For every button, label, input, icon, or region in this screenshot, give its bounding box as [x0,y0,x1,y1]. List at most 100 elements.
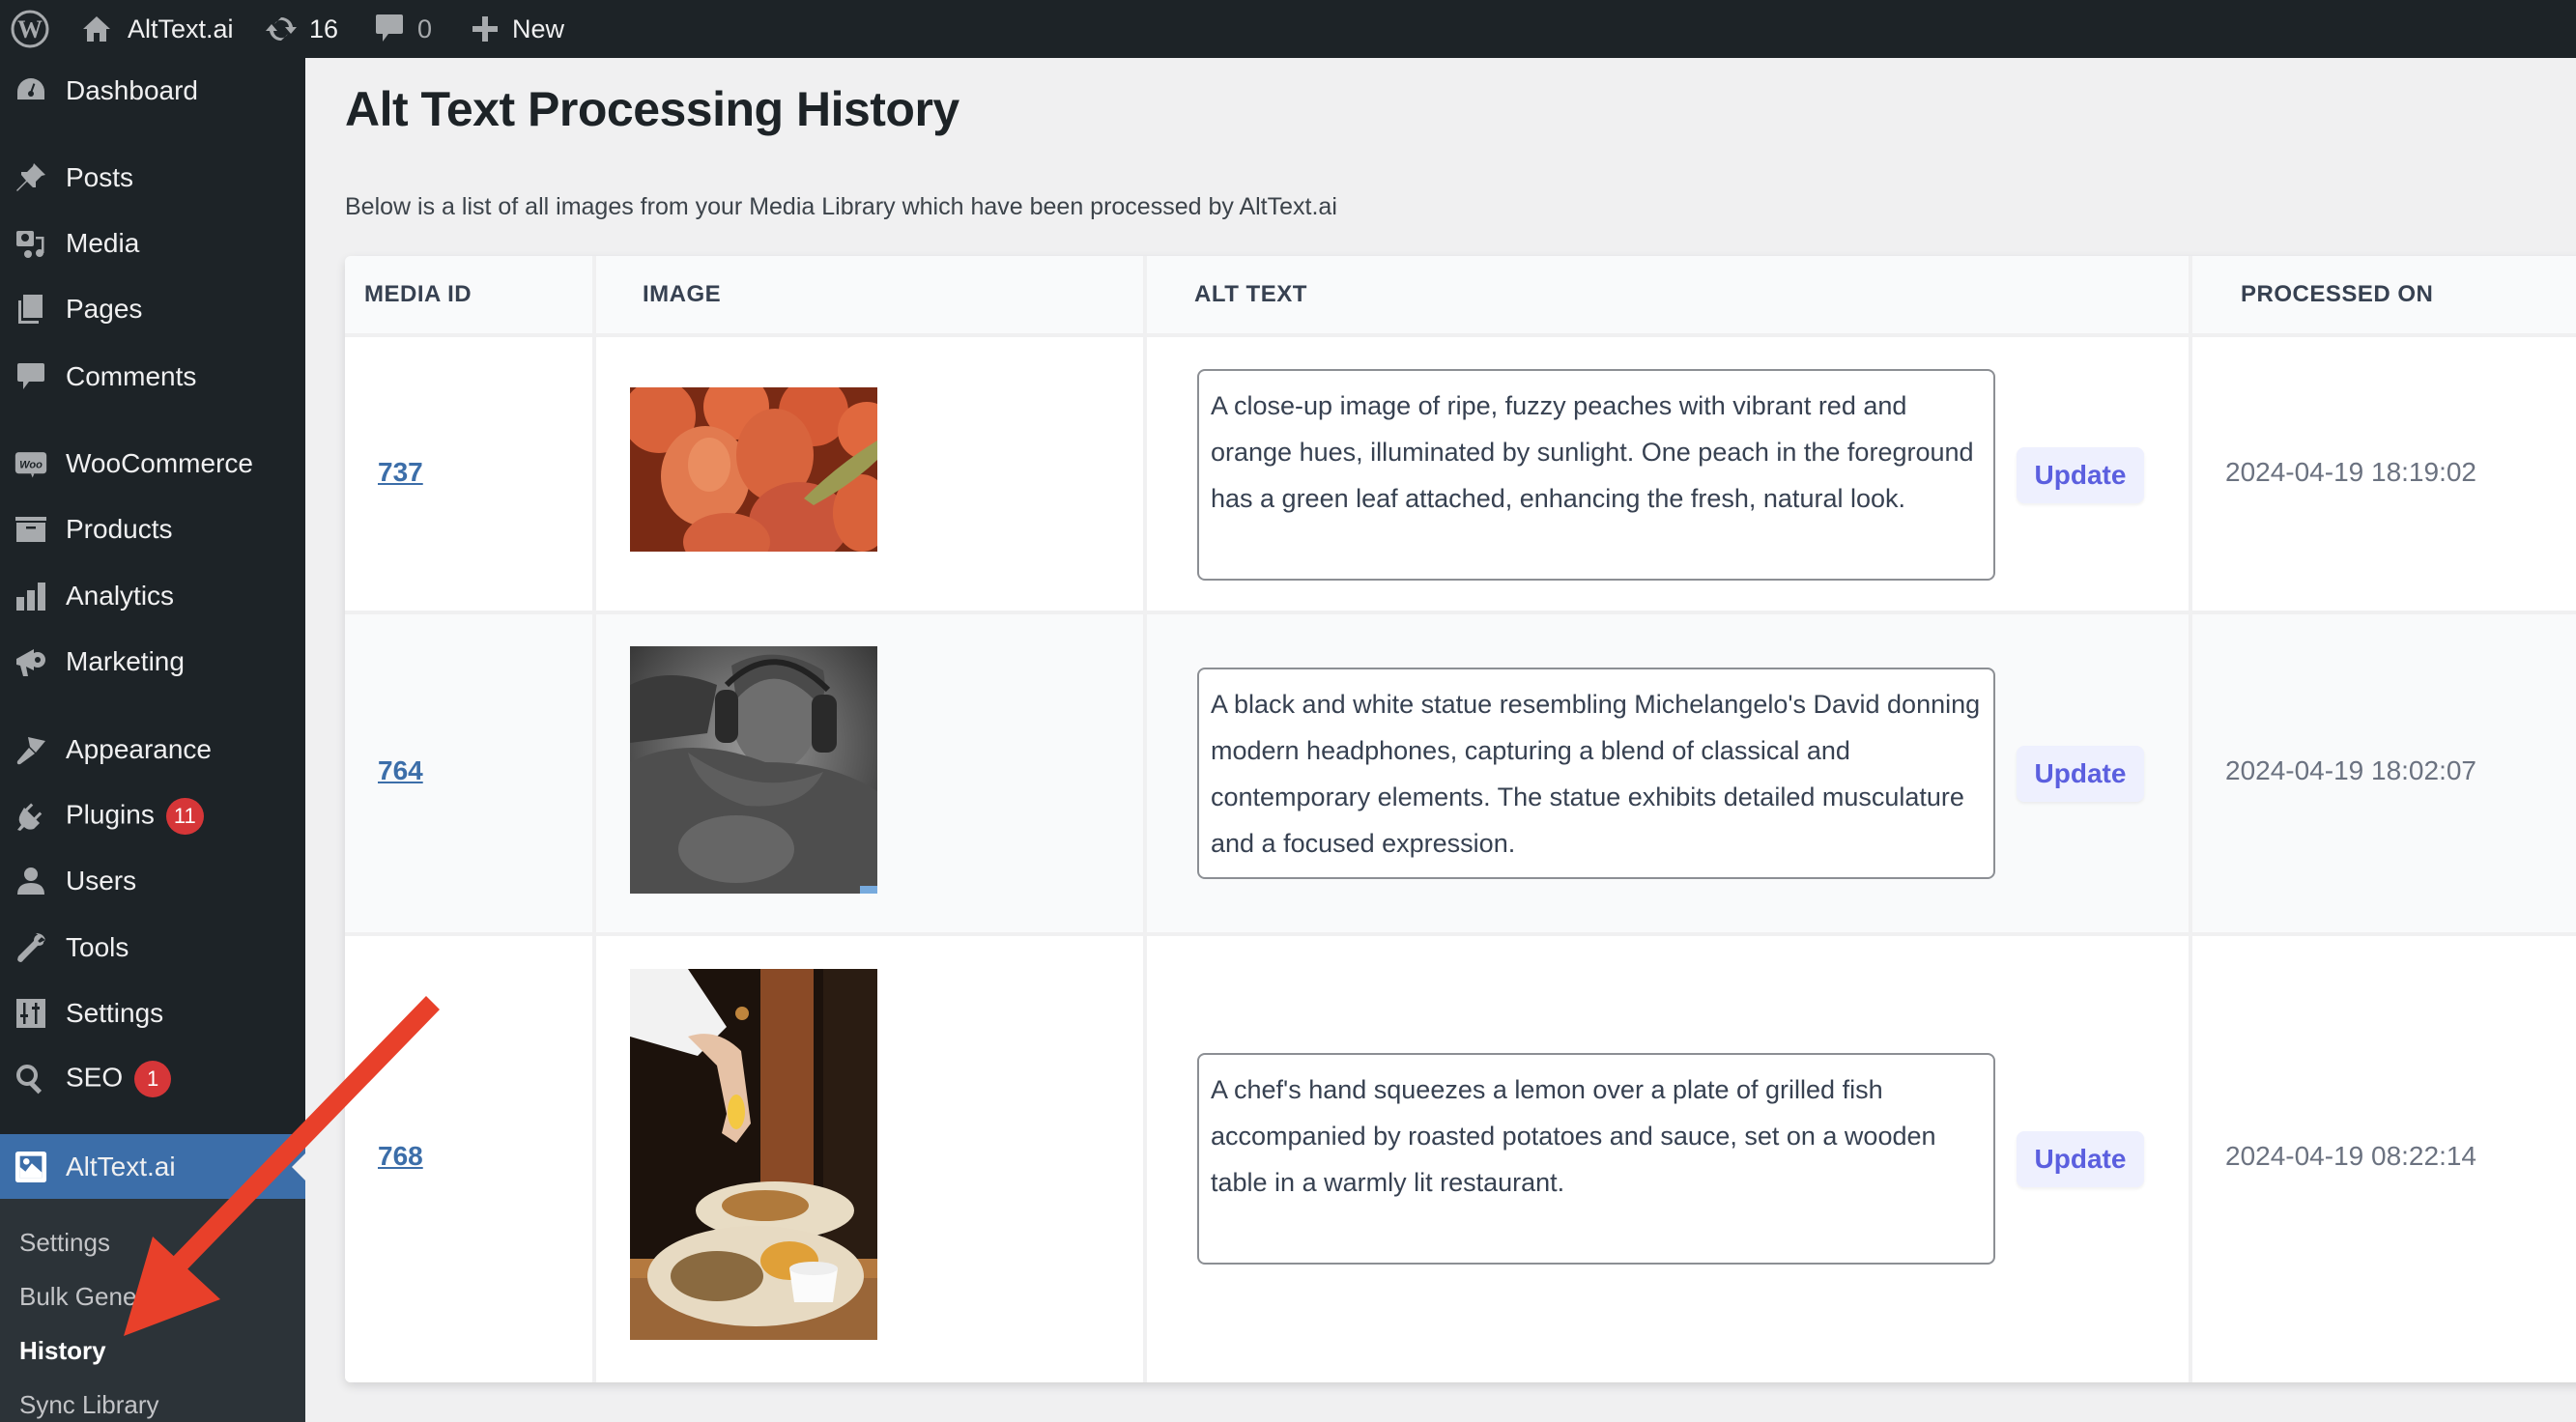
sidebar-item-label: Posts [66,162,134,192]
sidebar-item-label: Comments [66,361,197,391]
wordpress-logo-icon: W [11,10,49,48]
image-cell [596,614,1143,932]
column-header-processed-on: PROCESSED ON [2192,256,2576,333]
processed-on-cell: 2024-04-19 18:19:02 [2192,337,2576,611]
submenu-item-history[interactable]: History [19,1336,106,1366]
site-name: AltText.ai [128,14,234,43]
media-id-cell: 764 [345,614,592,932]
updates-icon [266,16,297,42]
sidebar-item-marketing[interactable]: Marketing [0,633,305,691]
sidebar-item-tools[interactable]: Tools [0,919,305,977]
sidebar-item-pages[interactable]: Pages [0,280,305,338]
image-cell [596,936,1143,1382]
update-button[interactable]: Update [2017,746,2144,802]
peaches-image [630,387,877,552]
comment-bubble-icon [376,14,403,42]
seo-notification-badge: 1 [134,1061,172,1097]
comments-count: 0 [417,14,433,43]
media-id-link[interactable]: 764 [378,755,423,786]
sidebar-item-comments[interactable]: Comments [0,348,305,406]
sidebar-item-products[interactable]: Products [0,500,305,558]
sidebar-item-posts[interactable]: Posts [0,149,305,207]
dashboard-icon [14,73,48,108]
sidebar-item-media[interactable]: Media [0,214,305,272]
wordpress-logo-button[interactable]: W [10,0,50,58]
sidebar-item-dashboard[interactable]: Dashboard [0,62,305,120]
processed-on-cell: 2024-04-19 18:02:07 [2192,614,2576,932]
sidebar-item-woocommerce[interactable]: Woo WooCommerce [0,435,305,493]
alt-text-textarea[interactable]: A close-up image of ripe, fuzzy peaches … [1197,369,1995,581]
sliders-icon [14,996,48,1031]
woo-icon: Woo [14,446,48,481]
site-name-link[interactable]: AltText.ai [81,0,234,58]
history-table: MEDIA ID IMAGE ALT TEXT PROCESSED ON 737 [345,256,2576,1382]
updates-count: 16 [309,14,339,43]
search-icon [14,1062,48,1096]
plugins-label: Plugins [66,799,155,830]
new-content-link[interactable]: New [472,0,564,58]
image-cell [596,337,1143,611]
processed-date: 2024-04-19 18:02:07 [2225,755,2476,785]
media-icon [14,226,48,261]
submenu-item-sync-library[interactable]: Sync Library [19,1390,159,1420]
user-icon [14,864,48,898]
new-label: New [512,14,565,43]
admin-sidebar: Dashboard Posts Media Pages Comments Woo… [0,58,305,1422]
sidebar-item-settings[interactable]: Settings [0,984,305,1042]
processed-date: 2024-04-19 18:19:02 [2225,457,2476,487]
comment-icon [14,359,48,394]
update-button[interactable]: Update [2017,447,2144,503]
current-menu-pointer [292,1153,305,1180]
alt-text-textarea[interactable]: A black and white statue resembling Mich… [1197,668,1995,879]
sidebar-item-label: WooCommerce [66,448,253,478]
sidebar-item-label: Dashboard [66,75,198,105]
alt-text-cell: A chef's hand squeezes a lemon over a pl… [1147,936,2189,1382]
chef-lemon-fish-thumbnail[interactable] [630,969,877,1340]
svg-text:W: W [17,15,43,43]
sidebar-item-label: Media [66,228,140,258]
updates-link[interactable]: 16 [265,0,338,58]
paintbrush-icon [14,732,48,767]
page-title: Alt Text Processing History [345,82,959,136]
sidebar-item-label: Appearance [66,734,213,764]
sidebar-item-plugins[interactable]: Plugins 11 [0,787,305,845]
update-button[interactable]: Update [2017,1131,2144,1187]
plugins-update-badge: 11 [165,798,204,835]
sidebar-item-analytics[interactable]: Analytics [0,567,305,625]
peaches-thumbnail[interactable] [630,387,877,552]
sidebar-item-label: Analytics [66,581,175,611]
sidebar-item-alttext[interactable]: AltText.ai [0,1134,305,1200]
alt-text-cell: A close-up image of ripe, fuzzy peaches … [1147,337,2189,611]
sidebar-item-label: AltText.ai [66,1152,176,1181]
sidebar-item-label: Settings [66,998,164,1028]
statue-image [630,646,877,894]
sidebar-item-label: Marketing [66,646,185,676]
alttext-logo-icon [14,1150,48,1184]
home-icon [83,16,110,42]
media-id-cell: 768 [345,936,592,1382]
archive-icon [14,512,48,547]
alttext-submenu: Settings Bulk Generate History Sync Libr… [0,1199,305,1422]
chef-image [630,969,877,1340]
pin-icon [14,160,48,195]
pages-icon [14,292,48,327]
sidebar-item-label: Pages [66,294,143,324]
media-id-link[interactable]: 737 [378,457,423,488]
plug-icon [14,799,48,834]
column-header-alt-text: ALT TEXT [1147,256,2189,333]
page-description: Below is a list of all images from your … [345,193,1337,220]
submenu-item-settings[interactable]: Settings [19,1228,110,1258]
sidebar-item-label: SEO 1 [66,1061,172,1097]
sidebar-item-seo[interactable]: SEO 1 [0,1050,305,1108]
sidebar-item-appearance[interactable]: Appearance [0,721,305,779]
statue-headphones-thumbnail[interactable] [630,646,877,894]
alt-text-textarea[interactable]: A chef's hand squeezes a lemon over a pl… [1197,1053,1995,1265]
sidebar-item-label: Tools [66,932,129,962]
submenu-item-bulk-generate[interactable]: Bulk Generate [19,1282,180,1312]
media-id-link[interactable]: 768 [378,1141,423,1172]
sidebar-item-label: Plugins 11 [66,798,204,835]
comments-link[interactable]: 0 [375,0,432,58]
bar-chart-icon [14,579,48,613]
sidebar-item-users[interactable]: Users [0,852,305,910]
megaphone-icon [14,644,48,679]
